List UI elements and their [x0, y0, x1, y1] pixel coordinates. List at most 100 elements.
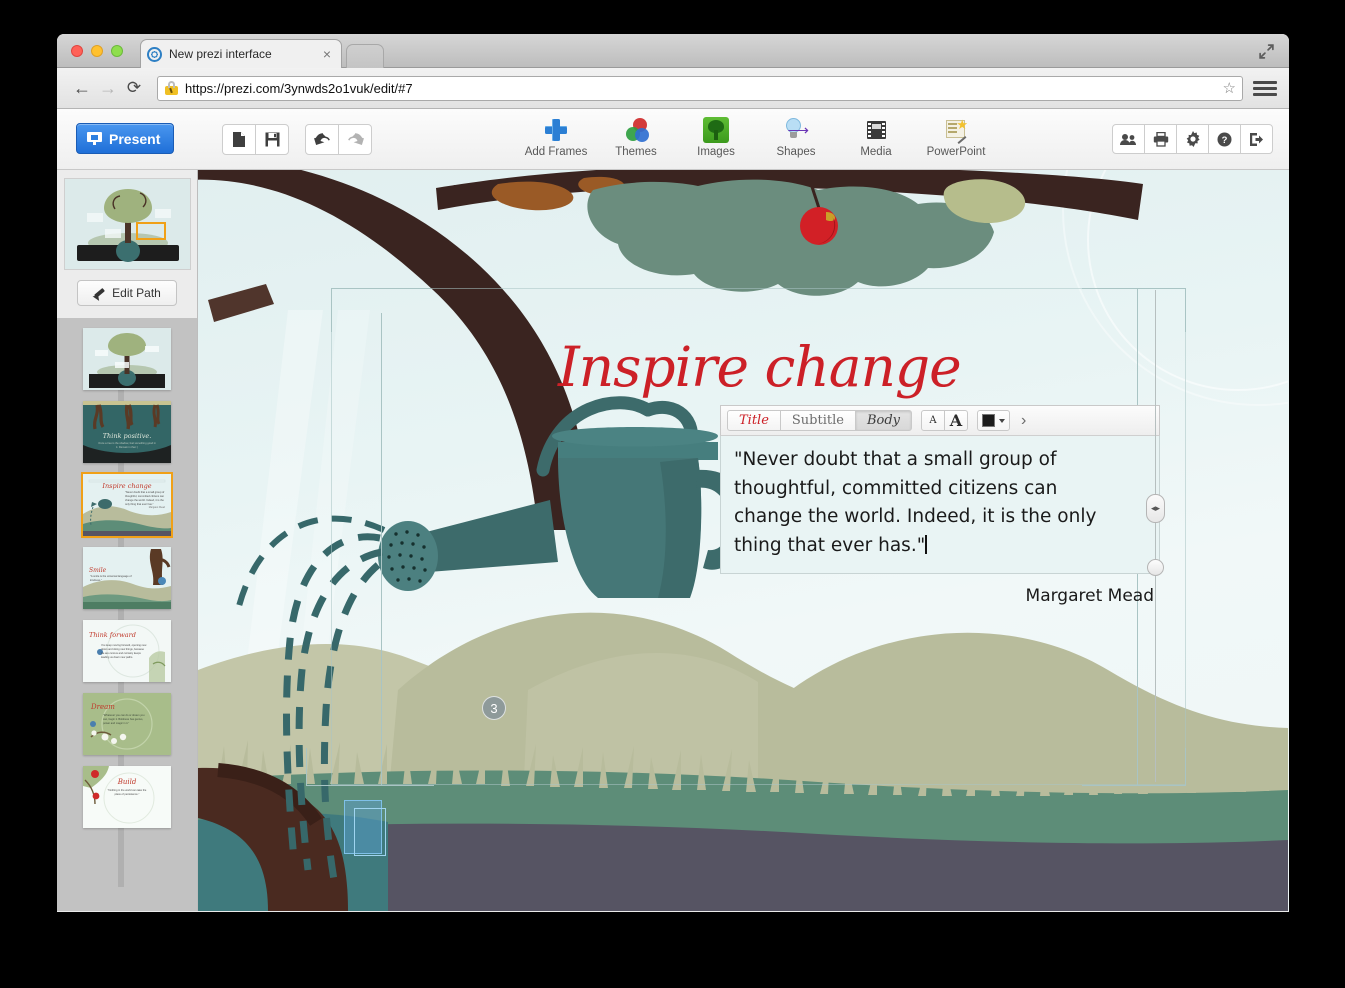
save-button[interactable]	[255, 124, 289, 155]
address-bar[interactable]: https://prezi.com/3ynwds2o1vuk/edit/#7 ☆	[157, 75, 1243, 101]
tab-title: New prezi interface	[169, 47, 272, 61]
maximize-icon[interactable]	[1258, 43, 1275, 60]
browser-titlebar: New prezi interface ×	[57, 34, 1289, 68]
prezi-canvas[interactable]: 3 Inspire change Title Subtitle Body A A	[198, 170, 1289, 911]
tool-label: Themes	[615, 146, 657, 158]
settings-gear-icon[interactable]	[1176, 124, 1209, 154]
slide-row: 5 Think forward You keep moving forward,…	[57, 620, 197, 682]
slide-mini-title: Dream	[91, 703, 115, 711]
slide-row: 4 Smile "A smile is the	[57, 547, 197, 609]
share-people-icon[interactable]	[1112, 124, 1145, 154]
slide-row: 2 Think positive. Once a tree is the sha	[57, 401, 197, 463]
history-button-group	[305, 124, 372, 155]
text-editor[interactable]: Title Subtitle Body A A › "Never doubt t…	[720, 405, 1160, 606]
window-zoom-button[interactable]	[111, 45, 123, 57]
tool-powerpoint[interactable]: ★ PowerPoint	[926, 117, 986, 158]
tab-close-icon[interactable]: ×	[319, 46, 335, 62]
tool-images[interactable]: Images	[687, 117, 745, 158]
path-step-marker[interactable]: 3	[482, 696, 506, 720]
text-input-area[interactable]: "Never doubt that a small group of thoug…	[720, 436, 1160, 574]
insecure-lock-icon	[165, 81, 178, 95]
slide-mini-body: You keep moving forward, opening new doo…	[101, 644, 147, 659]
plus-icon	[543, 117, 569, 143]
style-subtitle-button[interactable]: Subtitle	[779, 410, 856, 431]
pencil-icon	[93, 287, 106, 300]
slide-thumbnail-5[interactable]: 5 Think forward You keep moving forward,…	[83, 620, 171, 682]
overview-thumbnail[interactable]	[63, 178, 191, 270]
browser-window: New prezi interface × ← → ⟳ https://prez…	[57, 34, 1289, 912]
shapes-bulb-icon: ⟶	[783, 117, 809, 143]
slide-thumbnail-6[interactable]: 6 Dream	[83, 693, 171, 755]
slide-row: 7 Build "Nothing in the world can take t	[57, 766, 197, 828]
powerpoint-import-icon: ★	[943, 117, 969, 144]
path-sidebar: Edit Path 1	[57, 170, 198, 911]
selection-edge-line	[1155, 290, 1156, 782]
undo-button[interactable]	[305, 124, 339, 155]
style-body-button[interactable]: Body	[854, 410, 913, 431]
slide-title-text[interactable]: Inspire change	[558, 335, 962, 399]
tool-label: Images	[697, 146, 735, 158]
slide-mini-body: "Whatever you can do or dream you can, b…	[103, 714, 145, 725]
slide-mini-title: Think forward	[89, 631, 136, 639]
slide-mini-title: Build	[117, 778, 137, 786]
bookmark-star-icon[interactable]: ☆	[1223, 79, 1236, 97]
tool-add-frames[interactable]: Add Frames	[524, 117, 588, 158]
slide-mini-body: "Never doubt that a small group of thoug…	[125, 491, 165, 506]
exit-icon[interactable]	[1240, 124, 1273, 154]
slide-mini-body: Once a tree is the shadow, feel somethin…	[98, 442, 156, 449]
forward-icon[interactable]: →	[95, 75, 121, 101]
slide-row: 3 Inspire change	[57, 472, 197, 538]
url-text: https://prezi.com/3ynwds2o1vuk/edit/#7	[185, 80, 413, 96]
slide-thumbnail-2[interactable]: 2 Think positive. Once a tree is the sha	[83, 401, 171, 463]
decrease-font-size-button[interactable]: A	[921, 410, 946, 431]
themes-circles-icon	[623, 117, 649, 143]
browser-menu-icon[interactable]	[1253, 76, 1277, 100]
desktop-backdrop: New prezi interface × ← → ⟳ https://prez…	[0, 0, 1345, 988]
help-icon[interactable]: ?	[1208, 124, 1241, 154]
new-document-button[interactable]	[222, 124, 256, 155]
increase-font-size-button[interactable]: A	[944, 410, 969, 431]
browser-urlbar: ← → ⟳ https://prezi.com/3ynwds2o1vuk/edi…	[57, 68, 1289, 109]
slide-mini-title: Smile	[89, 567, 107, 574]
quote-text: "Never doubt that a small group of thoug…	[734, 449, 1097, 557]
slide-mini-title: Think positive.	[102, 432, 152, 440]
resize-handle[interactable]: ◂▸	[1146, 494, 1165, 523]
present-button[interactable]: Present	[76, 123, 175, 154]
back-icon[interactable]: ←	[69, 75, 95, 101]
new-tab-button[interactable]	[346, 44, 384, 68]
main-tool-strip: Add Frames Themes Images ⟶ Shapes Media	[524, 109, 986, 170]
tool-label: Shapes	[776, 146, 816, 158]
slide-thumbnail-3[interactable]: 3 Inspire change	[81, 472, 173, 538]
prezi-toolbar: Present Add Frames Themes Images ⟶ Shape…	[57, 109, 1289, 170]
slide-mini-body: "A smile is the universal language of ki…	[90, 575, 132, 582]
slide-thumbnail-7[interactable]: 7 Build "Nothing in the world can take t	[83, 766, 171, 828]
tool-themes[interactable]: Themes	[607, 117, 665, 158]
browser-tab[interactable]: New prezi interface ×	[140, 39, 342, 68]
slide-thumbnail-1[interactable]: 1	[83, 328, 171, 390]
tool-label: Media	[860, 146, 892, 158]
tool-media[interactable]: Media	[847, 117, 905, 158]
text-color-picker[interactable]	[977, 410, 1011, 431]
selection-corner-handle[interactable]	[1147, 559, 1164, 576]
print-icon[interactable]	[1144, 124, 1177, 154]
prezi-favicon	[147, 46, 162, 62]
slide-mini-author: Margaret Mead	[148, 506, 165, 509]
window-minimize-button[interactable]	[91, 45, 103, 57]
style-title-button[interactable]: Title	[727, 410, 781, 431]
slide-thumbnail-4[interactable]: 4 Smile "A smile is the	[83, 547, 171, 609]
tool-label: Add Frames	[524, 146, 588, 158]
reload-icon[interactable]: ⟳	[121, 75, 147, 101]
more-options-chevron-icon[interactable]: ›	[1021, 412, 1026, 430]
redo-button[interactable]	[338, 124, 372, 155]
slide-row: 6 Dream	[57, 693, 197, 755]
selected-object-outline	[354, 808, 386, 856]
image-tree-icon	[703, 117, 729, 143]
tool-shapes[interactable]: ⟶ Shapes	[767, 117, 825, 158]
window-close-button[interactable]	[71, 45, 83, 57]
edit-path-button[interactable]: Edit Path	[77, 280, 177, 306]
chevron-down-icon	[999, 418, 1006, 423]
quote-attribution: Margaret Mead	[1025, 585, 1154, 606]
slide-path-list[interactable]: 1	[57, 318, 197, 911]
tool-label: PowerPoint	[926, 146, 986, 158]
editor-body: Edit Path 1	[57, 170, 1289, 911]
